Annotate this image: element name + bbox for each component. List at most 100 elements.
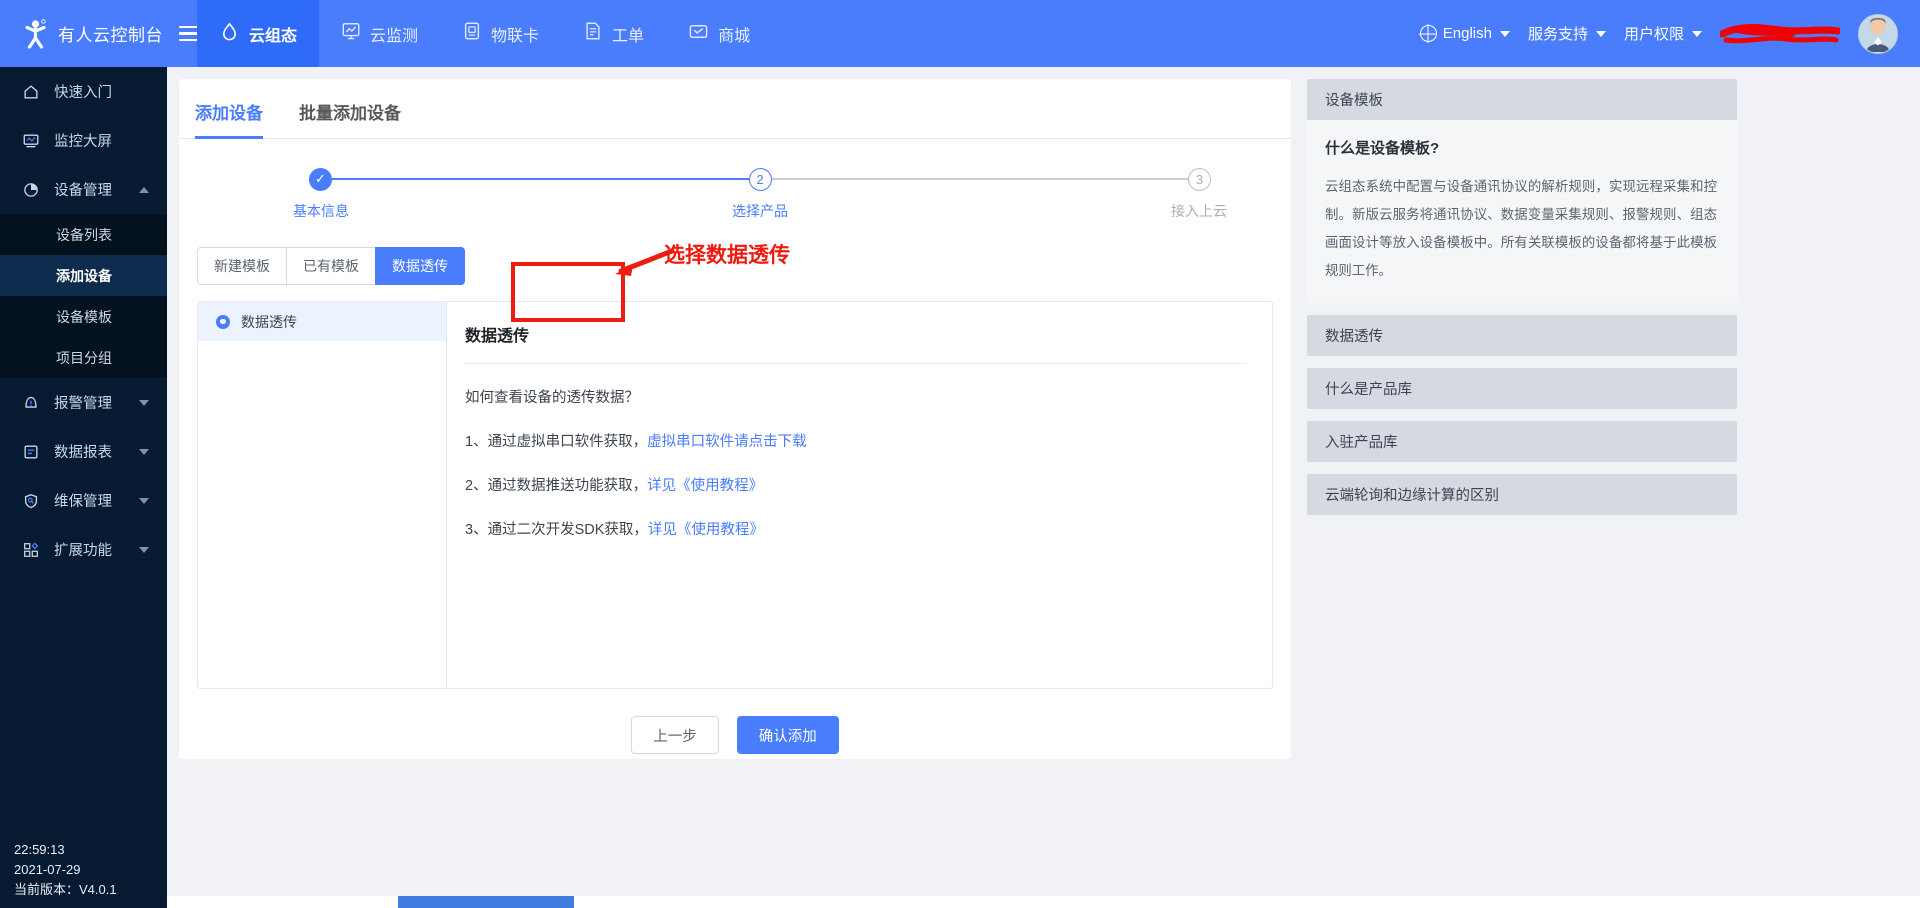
- sidebar-item-add-device[interactable]: 添加设备: [0, 255, 167, 296]
- topnav-label: 物联卡: [491, 27, 540, 45]
- sidebar-item-device-template[interactable]: 设备模板: [0, 296, 167, 337]
- topnav-item-cloud-monitor[interactable]: 云监测: [319, 0, 440, 67]
- permissions-label: 用户权限: [1623, 26, 1684, 43]
- help-row-label: 什么是产品库: [1325, 382, 1412, 398]
- help-row-label: 云端轮询和边缘计算的区别: [1325, 488, 1499, 504]
- template-tab-new[interactable]: 新建模板: [197, 247, 286, 285]
- taskbar-window-button[interactable]: [398, 896, 574, 908]
- step-connector-1: [332, 178, 749, 180]
- current-date: 2021-07-29: [14, 862, 81, 877]
- support-menu[interactable]: 服务支持: [1528, 23, 1606, 44]
- template-tab-label: 已有模板: [303, 258, 359, 274]
- step-marker-3[interactable]: 3: [1188, 167, 1211, 191]
- permissions-menu[interactable]: 用户权限: [1624, 23, 1702, 44]
- confirm-add-button[interactable]: 确认添加: [736, 716, 839, 754]
- sidebar-item-monitor-screen[interactable]: 监控大屏: [0, 116, 167, 165]
- sidebar-item-extensions[interactable]: 扩展功能: [0, 525, 167, 574]
- detail-item-prefix: 3、通过二次开发SDK获取，: [465, 522, 648, 538]
- chevron-down-icon: [139, 448, 149, 455]
- template-selection-panel: 数据透传 数据透传 如何查看设备的透传数据？ 1、通过虚拟串口软件获取，虚拟串口…: [197, 301, 1273, 689]
- radio-selected-icon[interactable]: [216, 314, 230, 329]
- brand-title: 有人云控制台: [58, 26, 163, 45]
- top-nav-items: 云组态 云监测 物联卡 工单 商城: [197, 0, 772, 67]
- template-tab-label: 新建模板: [214, 258, 270, 274]
- sidebar-item-project-group[interactable]: 项目分组: [0, 337, 167, 378]
- data-push-tutorial-link[interactable]: 详见《使用教程》: [647, 478, 763, 494]
- redacted-username: [1720, 21, 1840, 47]
- tab-label: 添加设备: [195, 104, 263, 123]
- sidebar-item-quick-start[interactable]: 快速入门: [0, 67, 167, 116]
- chevron-down-icon: [139, 546, 149, 553]
- chevron-down-icon: [1692, 30, 1702, 37]
- sidebar-sub-label: 设备模板: [56, 308, 112, 325]
- sidebar-item-label: 数据报表: [54, 445, 112, 461]
- chevron-up-icon: [139, 186, 149, 193]
- help-row-cloud-vs-edge[interactable]: 云端轮询和边缘计算的区别: [1307, 474, 1737, 515]
- sidebar-item-label: 扩展功能: [54, 543, 112, 559]
- topnav-label: 云监测: [370, 27, 419, 45]
- help-row-what-is-product-library[interactable]: 什么是产品库: [1307, 368, 1737, 409]
- topnav-item-iot-card[interactable]: 物联卡: [440, 0, 561, 67]
- step-labels-row: 基本信息 选择产品 接入上云: [293, 201, 1227, 223]
- ticket-doc-icon: [583, 21, 603, 46]
- virtual-serial-download-link[interactable]: 虚拟串口软件请点击下载: [647, 434, 807, 450]
- help-row-data-transparent[interactable]: 数据透传: [1307, 315, 1737, 356]
- alarm-bell-icon: [22, 394, 40, 412]
- template-tab-data-transparent[interactable]: 数据透传: [375, 247, 465, 285]
- step-label-1: 基本信息: [293, 203, 349, 219]
- screen-icon: [22, 132, 40, 150]
- user-avatar[interactable]: [1858, 13, 1898, 54]
- template-tab-existing[interactable]: 已有模板: [286, 247, 375, 285]
- app-root: 有人云控制台 云组态 云监测 物联卡 工单 商城 English 服务支持 用户…: [0, 0, 1920, 908]
- topnav-label: 商城: [718, 27, 751, 45]
- topnav-item-work-order[interactable]: 工单: [561, 0, 666, 67]
- detail-item-prefix: 2、通过数据推送功能获取，: [465, 478, 648, 494]
- top-right-actions: English 服务支持 用户权限: [1419, 0, 1920, 67]
- sidebar-sub-label: 设备列表: [56, 226, 112, 243]
- store-icon: [688, 21, 709, 47]
- sidebar-item-device-management[interactable]: 设备管理: [0, 165, 167, 214]
- step-label-3: 接入上云: [1171, 203, 1227, 219]
- chevron-down-icon: [139, 497, 149, 504]
- sidebar-item-label: 报警管理: [54, 396, 112, 412]
- step-marker-2[interactable]: 2: [748, 167, 772, 191]
- sidebar-submenu-device-management: 设备列表 添加设备 设备模板 项目分组: [0, 214, 167, 378]
- hamburger-menu-icon[interactable]: [179, 25, 199, 42]
- sdk-tutorial-link[interactable]: 详见《使用教程》: [648, 522, 764, 538]
- previous-step-label: 上一步: [653, 728, 697, 745]
- previous-step-button[interactable]: 上一步: [631, 716, 719, 754]
- topnav-item-cloud-scada[interactable]: 云组态: [197, 0, 320, 67]
- template-option-data-transparent[interactable]: 数据透传: [198, 302, 446, 341]
- detail-question: 如何查看设备的透传数据？: [465, 390, 639, 406]
- topnav-item-store[interactable]: 商城: [666, 0, 772, 67]
- brand-area[interactable]: 有人云控制台: [0, 0, 199, 67]
- sidebar-item-label: 快速入门: [54, 85, 112, 101]
- sidebar-sub-label: 项目分组: [56, 349, 112, 366]
- detail-title: 数据透传: [465, 328, 530, 345]
- card-actions: 上一步 确认添加: [179, 716, 1291, 754]
- sidebar-item-data-report[interactable]: 数据报表: [0, 427, 167, 476]
- help-row-join-product-library[interactable]: 入驻产品库: [1307, 421, 1737, 462]
- tab-batch-add-device[interactable]: 批量添加设备: [299, 99, 401, 138]
- step-marker-glyph: 2: [756, 171, 764, 187]
- help-body: 什么是设备模板? 云组态系统中配置与设备通讯协议的解析规则，实现远程采集和控制。…: [1307, 120, 1737, 303]
- detail-item-1: 1、通过虚拟串口软件获取，虚拟串口软件请点击下载: [465, 430, 1246, 451]
- language-selector[interactable]: English: [1419, 25, 1510, 42]
- sidebar-item-alarm-management[interactable]: 报警管理: [0, 378, 167, 427]
- detail-item-prefix: 1、通过虚拟串口软件获取，: [465, 434, 648, 450]
- sidebar-item-device-list[interactable]: 设备列表: [0, 214, 167, 255]
- sidebar-item-maintenance[interactable]: 维保管理: [0, 476, 167, 525]
- add-device-card: 添加设备 批量添加设备 ✓ 2 3 基本信息 选择产品 接入上云 新建模板 已有…: [179, 79, 1291, 759]
- step-marker-1[interactable]: ✓: [309, 167, 332, 191]
- topnav-label: 工单: [612, 27, 645, 45]
- support-label: 服务支持: [1527, 26, 1588, 43]
- language-label: English: [1442, 25, 1492, 42]
- tab-add-device[interactable]: 添加设备: [195, 99, 263, 139]
- help-row-label: 数据透传: [1325, 329, 1383, 345]
- current-time: 22:59:13: [14, 842, 65, 857]
- chevron-down-icon: [139, 399, 149, 406]
- help-header-device-template[interactable]: 设备模板: [1307, 79, 1737, 120]
- globe-icon: [1419, 25, 1437, 42]
- help-body-text: 云组态系统中配置与设备通讯协议的解析规则，实现远程采集和控制。新版云服务将通讯协…: [1325, 179, 1717, 278]
- template-tab-label: 数据透传: [392, 258, 448, 274]
